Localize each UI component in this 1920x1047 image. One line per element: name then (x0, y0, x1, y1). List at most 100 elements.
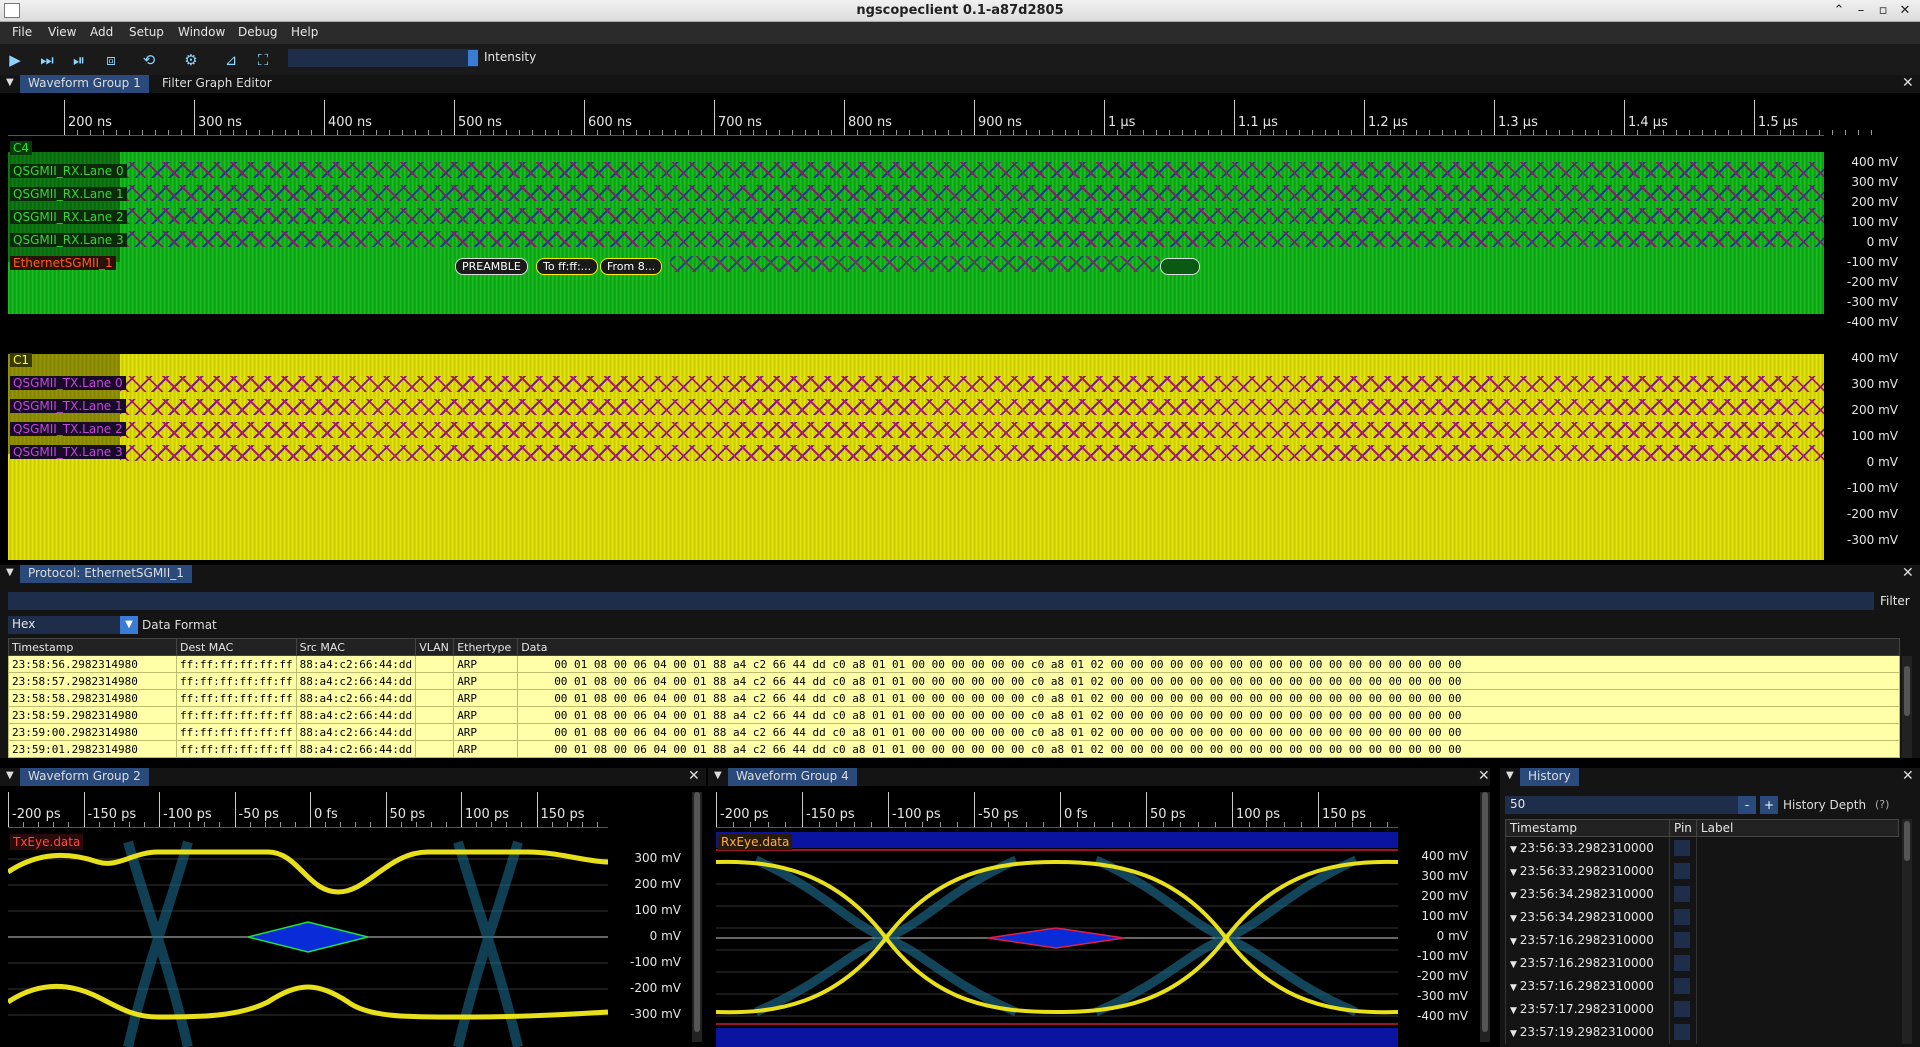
help-icon[interactable]: (?) (1875, 798, 1889, 811)
rx-lane2-decode[interactable] (120, 208, 1824, 224)
rx-waveform-plot[interactable] (8, 152, 1824, 326)
rx-lane2-label[interactable]: QSGMII_RX.Lane 2 (10, 210, 127, 224)
minimize-button[interactable]: – (1852, 2, 1870, 20)
tab-history[interactable]: History (1520, 768, 1579, 786)
close-tab-icon[interactable]: ✕ (1902, 768, 1914, 784)
col-timestamp[interactable]: Timestamp (8, 638, 177, 656)
wg2-scrollbar[interactable] (692, 792, 702, 1042)
history-label-cell[interactable] (1695, 882, 1899, 906)
channel-c1-label[interactable]: C1 (10, 353, 33, 367)
gear-icon[interactable]: ⚙ (180, 49, 202, 71)
tx-eye-mask[interactable] (247, 921, 369, 953)
filter-input[interactable] (8, 592, 1874, 610)
close-tab-icon[interactable]: ✕ (1902, 75, 1914, 91)
history-pin-checkbox[interactable] (1669, 951, 1697, 975)
expand-arrow-icon[interactable]: ▼ (1510, 983, 1520, 993)
col-history-label[interactable]: Label (1695, 819, 1900, 837)
history-scrollbar[interactable] (1902, 819, 1912, 1044)
history-row[interactable]: ▼ 23:56:33.2982310000 (1505, 836, 1899, 860)
expand-arrow-icon[interactable]: ▼ (1510, 1006, 1520, 1016)
history-row[interactable]: ▼ 23:56:34.2982310000 (1505, 882, 1899, 906)
history-pin-checkbox[interactable] (1669, 928, 1697, 952)
history-label-cell[interactable] (1695, 928, 1899, 952)
history-depth-increase-button[interactable]: + (1760, 796, 1778, 814)
history-row[interactable]: ▼ 23:57:17.2982310000 (1505, 997, 1899, 1021)
tx-lane0-decode[interactable] (120, 376, 1824, 392)
rx-lane0-label[interactable]: QSGMII_RX.Lane 0 (10, 164, 127, 178)
rx-lane0-decode[interactable] (120, 162, 1824, 178)
col-dest-mac[interactable]: Dest MAC (176, 638, 297, 656)
wg2-time-ruler[interactable]: -200 ps -150 ps -100 ps -50 ps 0 fs 50 ps 100 … (8, 792, 608, 828)
history-depth-decrease-button[interactable]: - (1738, 796, 1756, 814)
tx-lane0-label[interactable]: QSGMII_TX.Lane 0 (10, 376, 126, 390)
menu-add[interactable]: Add (90, 25, 113, 39)
history-label-cell[interactable] (1695, 951, 1899, 975)
expand-arrow-icon[interactable]: ▼ (1510, 891, 1520, 901)
history-row[interactable]: ▼ 23:56:34.2982310000 (1505, 905, 1899, 929)
history-pin-checkbox[interactable] (1669, 882, 1697, 906)
history-row[interactable]: ▼ 23:56:33.2982310000 (1505, 859, 1899, 883)
history-label-cell[interactable] (1695, 974, 1899, 998)
menu-window[interactable]: Window (178, 25, 225, 39)
wg4-scrollbar[interactable] (1480, 792, 1490, 1042)
rx-lane3-decode[interactable] (120, 231, 1824, 247)
history-pin-checkbox[interactable] (1669, 905, 1697, 929)
expand-arrow-icon[interactable]: ▼ (1510, 937, 1520, 947)
tx-eye-plot[interactable] (8, 832, 608, 1047)
tx-lane2-decode[interactable] (120, 422, 1824, 438)
history-row[interactable]: ▼ 23:57:16.2982310000 (1505, 928, 1899, 952)
cursor-icon[interactable]: ⊿ (220, 49, 242, 71)
col-data[interactable]: Data (517, 638, 1900, 656)
tab-waveform-group-4[interactable]: Waveform Group 4 (728, 768, 857, 786)
expand-arrow-icon[interactable]: ▼ (1510, 868, 1520, 878)
maximize-button[interactable]: ▫ (1874, 2, 1892, 20)
tx-lane2-label[interactable]: QSGMII_TX.Lane 2 (10, 422, 126, 436)
close-tab-icon[interactable]: ✕ (688, 768, 700, 784)
fit-view-icon[interactable]: ⛶ (252, 49, 274, 71)
preamble-tag[interactable]: PREAMBLE (455, 258, 528, 275)
table-row[interactable]: 23:59:00.2982314980 ff:ff:ff:ff:ff:ff 88:a… (8, 723, 1900, 741)
tx-eye-label[interactable]: TxEye.data (10, 834, 84, 850)
table-row[interactable]: 23:58:58.2982314980 ff:ff:ff:ff:ff:ff 88:a… (8, 689, 1900, 707)
close-tab-icon[interactable]: ✕ (1478, 768, 1490, 784)
history-pin-checkbox[interactable] (1669, 974, 1697, 998)
rx-lane1-decode[interactable] (120, 185, 1824, 201)
tab-waveform-group-1[interactable]: Waveform Group 1 (20, 75, 149, 93)
table-row[interactable]: 23:58:56.2982314980 ff:ff:ff:ff:ff:ff 88:a… (8, 655, 1900, 673)
chevron-down-icon[interactable]: ▼ (120, 616, 138, 634)
ethernet-label[interactable]: EthernetSGMII_1 (10, 256, 116, 270)
history-pin-checkbox[interactable] (1669, 859, 1697, 883)
history-row[interactable]: ▼ 23:57:16.2982310000 (1505, 974, 1899, 998)
col-history-timestamp[interactable]: Timestamp (1505, 819, 1670, 837)
history-label-cell[interactable] (1695, 905, 1899, 929)
tx-lane3-decode[interactable] (120, 445, 1824, 461)
history-label-cell[interactable] (1695, 997, 1899, 1021)
rx-lane1-label[interactable]: QSGMII_RX.Lane 1 (10, 187, 127, 201)
expand-arrow-icon[interactable]: ▼ (1510, 845, 1520, 855)
close-window-button[interactable]: ✕ (1896, 2, 1914, 20)
expand-arrow-icon[interactable]: ▼ (1510, 960, 1520, 970)
dest-mac-tag[interactable]: To ff:ff:... (536, 258, 599, 275)
stop-icon[interactable]: ⧈ (100, 49, 122, 71)
data-format-select[interactable]: Hex ▼ (8, 616, 138, 634)
single-trigger-icon[interactable]: ⏭ (36, 49, 58, 71)
col-ethertype[interactable]: Ethertype (453, 638, 519, 656)
tx-waveform-plot[interactable] (8, 354, 1824, 560)
table-row[interactable]: 23:58:59.2982314980 ff:ff:ff:ff:ff:ff 88:a… (8, 706, 1900, 724)
menu-setup[interactable]: Setup (129, 25, 164, 39)
run-icon[interactable]: ▶ (4, 49, 26, 71)
history-icon[interactable]: ⟲ (138, 49, 160, 71)
table-row[interactable]: 23:58:57.2982314980 ff:ff:ff:ff:ff:ff 88:a… (8, 672, 1900, 690)
collapse-arrow-icon[interactable]: ▼ (6, 77, 14, 88)
close-tab-icon[interactable]: ✕ (1902, 565, 1914, 581)
collapse-icon[interactable]: ⌃ (1830, 2, 1848, 20)
tx-lane1-label[interactable]: QSGMII_TX.Lane 1 (10, 399, 126, 413)
protocol-scrollbar[interactable] (1902, 656, 1912, 758)
force-trigger-icon[interactable]: ⏯ (68, 49, 90, 71)
tab-waveform-group-2[interactable]: Waveform Group 2 (20, 768, 149, 786)
rx-eye-label[interactable]: RxEye.data (718, 834, 793, 850)
collapse-arrow-icon[interactable]: ▼ (6, 770, 14, 781)
tab-filter-graph-editor[interactable]: Filter Graph Editor (154, 75, 280, 93)
rx-lane3-label[interactable]: QSGMII_RX.Lane 3 (10, 233, 127, 247)
rx-eye-plot[interactable] (716, 832, 1398, 1047)
